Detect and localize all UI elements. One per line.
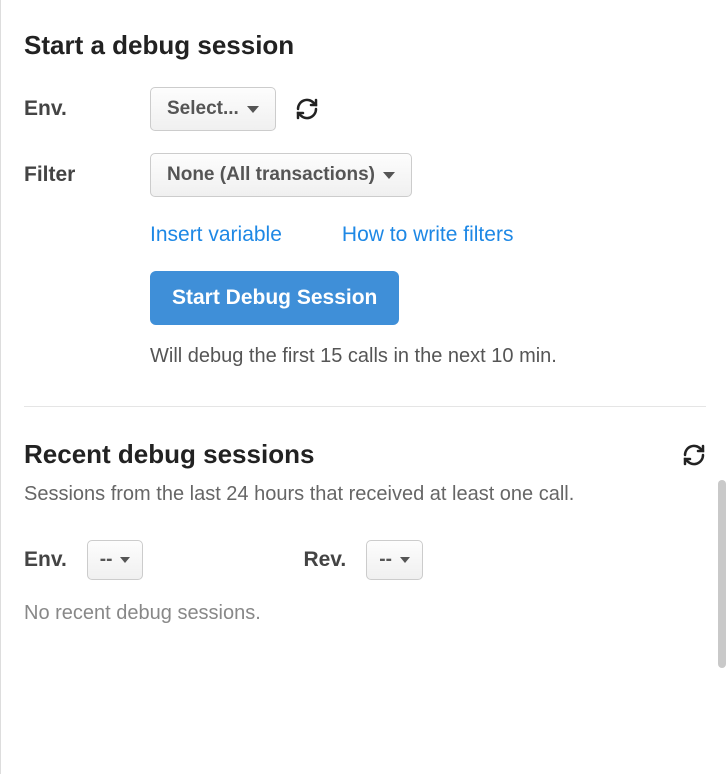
scrollbar[interactable] — [718, 480, 726, 668]
refresh-icon[interactable] — [682, 443, 706, 467]
no-recent-sessions-text: No recent debug sessions. — [24, 602, 706, 625]
recent-sessions-subtext: Sessions from the last 24 hours that rec… — [24, 478, 706, 510]
caret-down-icon — [247, 106, 259, 113]
recent-rev-label: Rev. — [303, 548, 346, 572]
recent-env-label: Env. — [24, 548, 67, 572]
recent-env-dropdown[interactable]: -- — [87, 540, 144, 580]
recent-rev-dropdown[interactable]: -- — [366, 540, 423, 580]
env-select-dropdown[interactable]: Select... — [150, 87, 276, 131]
caret-down-icon — [383, 172, 395, 179]
recent-rev-value: -- — [379, 549, 392, 571]
recent-env-value: -- — [100, 549, 113, 571]
divider — [24, 406, 706, 407]
filter-select-text: None (All transactions) — [167, 164, 375, 186]
env-select-text: Select... — [167, 98, 239, 120]
debug-note: Will debug the first 15 calls in the nex… — [150, 345, 706, 368]
insert-variable-link[interactable]: Insert variable — [150, 223, 282, 247]
start-session-heading: Start a debug session — [24, 30, 706, 61]
filter-label: Filter — [24, 153, 150, 187]
recent-sessions-heading: Recent debug sessions — [24, 439, 314, 470]
left-border — [0, 0, 1, 774]
caret-down-icon — [400, 557, 410, 563]
refresh-icon[interactable] — [295, 97, 319, 121]
start-debug-session-button[interactable]: Start Debug Session — [150, 271, 399, 325]
filter-select-dropdown[interactable]: None (All transactions) — [150, 153, 412, 197]
caret-down-icon — [120, 557, 130, 563]
how-to-write-filters-link[interactable]: How to write filters — [342, 223, 514, 247]
env-label: Env. — [24, 87, 150, 121]
